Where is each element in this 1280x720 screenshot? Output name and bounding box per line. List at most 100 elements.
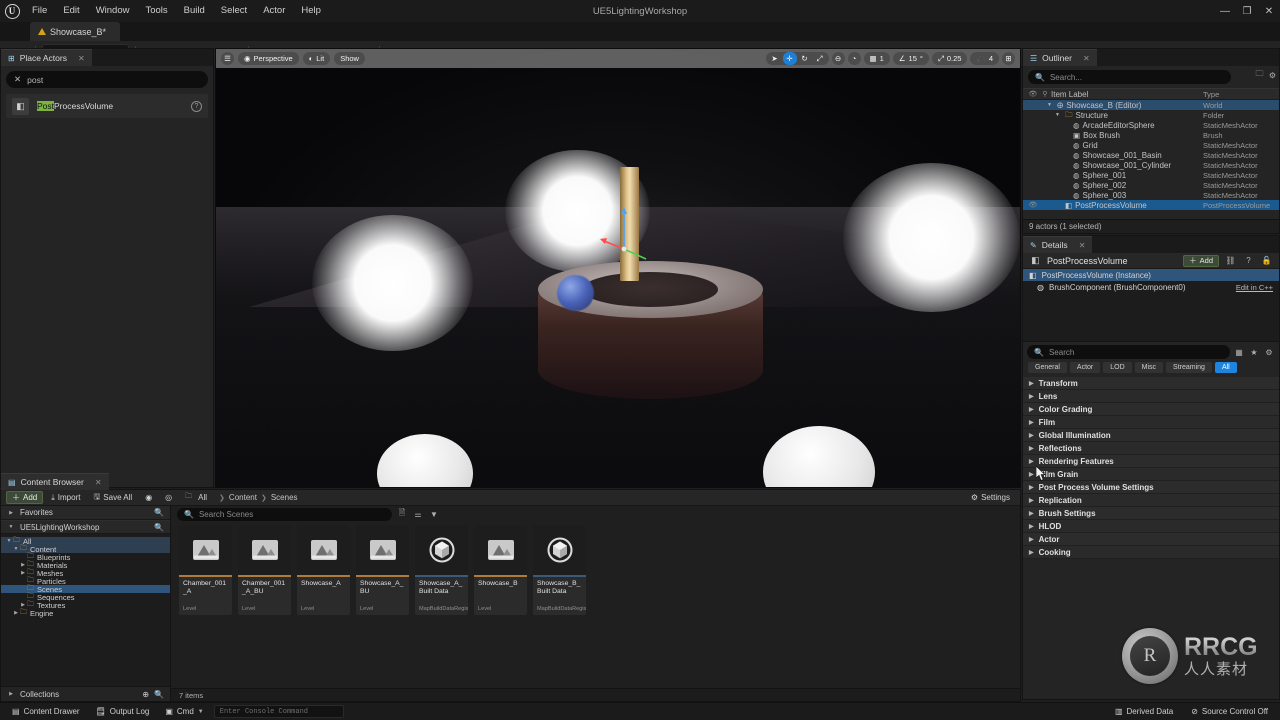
restore-button[interactable]: ❐ (1236, 0, 1258, 22)
search-icon[interactable]: 🔍 (154, 690, 164, 699)
asset-tile[interactable]: Showcase_A_Built DataMapBuildDataRegistr… (415, 525, 468, 615)
add-collection-icon[interactable]: ⊕ (142, 690, 149, 699)
chevron-right-icon[interactable]: ▶ (19, 570, 27, 576)
column-layout-icon[interactable]: ▦ (1233, 346, 1245, 359)
close-icon[interactable]: ✕ (1083, 54, 1090, 63)
select-tool-icon[interactable]: ➤ (768, 52, 782, 65)
outliner-row[interactable]: ▼🗀StructureFolder (1023, 110, 1279, 120)
asset-tile[interactable]: Chamber_001_A_BULevel (238, 525, 291, 615)
search-icon[interactable]: 🔍 (154, 508, 164, 517)
close-icon[interactable]: ✕ (1079, 241, 1086, 250)
add-component-button[interactable]: ＋ Add (1183, 255, 1219, 267)
details-filter-streaming[interactable]: Streaming (1166, 362, 1212, 373)
unreal-logo[interactable]: U (0, 0, 24, 22)
asset-search-input[interactable]: 🔍 Search Scenes (177, 508, 392, 521)
help-icon[interactable]: ? (191, 101, 202, 112)
derived-data-button[interactable]: ▥ Derived Data (1109, 705, 1179, 719)
project-root-section[interactable]: ▼ UE5LightingWorkshop 🔍 (1, 520, 170, 534)
transform-gizmo[interactable] (598, 207, 658, 267)
outliner-new-folder-icon[interactable]: 🗀 (1253, 68, 1266, 82)
breadcrumb-item[interactable]: Scenes (271, 493, 298, 502)
cb-forward-button[interactable]: ◎ (160, 491, 177, 504)
outliner-settings-icon[interactable]: ⚙ (1266, 68, 1279, 82)
details-search-input[interactable]: 🔍 Search (1027, 345, 1230, 359)
menu-help[interactable]: Help (293, 0, 329, 22)
viewport-3d-scene[interactable] (216, 49, 1020, 487)
tab-place-actors[interactable]: ⊞ Place Actors ✕ (1, 49, 92, 66)
viewport-show-button[interactable]: Show (334, 52, 365, 65)
details-settings-icon[interactable]: ⚙ (1263, 346, 1275, 359)
tab-details[interactable]: ✎ Details ✕ (1023, 236, 1092, 253)
menu-file[interactable]: File (24, 0, 55, 22)
collections-section[interactable]: ▶ Collections ⊕ 🔍 (1, 686, 170, 701)
tab-outliner[interactable]: ☰ Outliner ✕ (1023, 49, 1097, 66)
menu-edit[interactable]: Edit (55, 0, 87, 22)
details-section-transform[interactable]: ▶Transform (1023, 377, 1279, 390)
details-filter-actor[interactable]: Actor (1070, 362, 1100, 373)
details-section-replication[interactable]: ▶Replication (1023, 494, 1279, 507)
details-filter-lod[interactable]: LOD (1103, 362, 1131, 373)
eye-icon[interactable]: 👁 (1027, 201, 1039, 209)
minimize-button[interactable]: — (1214, 0, 1236, 22)
asset-tile[interactable]: Showcase_B_Built DataMapBuildDataRegistr… (533, 525, 586, 615)
details-section-hlod[interactable]: ▶HLOD (1023, 520, 1279, 533)
details-section-post-process-volume-settings[interactable]: ▶Post Process Volume Settings (1023, 481, 1279, 494)
cb-settings-button[interactable]: ⚙ Settings (966, 491, 1015, 504)
grid-snap-control[interactable]: ▦ 1 (864, 52, 890, 65)
place-actors-search-input[interactable]: ✕ post (6, 71, 208, 88)
outliner-row[interactable]: ◍Sphere_001StaticMeshActor (1023, 170, 1279, 180)
close-icon[interactable]: ✕ (95, 478, 102, 487)
outliner-row[interactable]: ◍Sphere_002StaticMeshActor (1023, 180, 1279, 190)
cb-save-all-button[interactable]: 🖫 Save All (88, 491, 137, 504)
details-section-cooking[interactable]: ▶Cooking (1023, 546, 1279, 559)
outliner-row[interactable]: ◍GridStaticMeshActor (1023, 140, 1279, 150)
clear-icon[interactable]: ✕ (14, 74, 21, 85)
outliner-row[interactable]: 👁◧PostProcessVolumePostProcessVolume (1023, 200, 1279, 210)
component-row[interactable]: ◧PostProcessVolume (Instance) (1023, 269, 1279, 281)
asset-tile[interactable]: Showcase_BLevel (474, 525, 527, 615)
details-section-film-grain[interactable]: ▶Film Grain (1023, 468, 1279, 481)
output-log-button[interactable]: 🗒 Output Log (90, 705, 156, 719)
outliner-row[interactable]: ▣Box BrushBrush (1023, 130, 1279, 140)
asset-tile[interactable]: Showcase_A_BULevel (356, 525, 409, 615)
details-section-color-grading[interactable]: ▶Color Grading (1023, 403, 1279, 416)
chevron-right-icon[interactable]: ▶ (12, 610, 20, 616)
console-input[interactable]: Enter Console Command (214, 705, 344, 718)
details-section-actor[interactable]: ▶Actor (1023, 533, 1279, 546)
asset-tile[interactable]: Showcase_ALevel (297, 525, 350, 615)
chevron-down-icon[interactable]: ▼ (1055, 112, 1062, 118)
chevron-right-icon[interactable]: ▶ (19, 562, 27, 568)
details-section-film[interactable]: ▶Film (1023, 416, 1279, 429)
folder-tree-item-engine[interactable]: ▶🗀Engine (1, 609, 170, 617)
help-icon[interactable]: ? (1242, 255, 1255, 267)
outliner-search-input[interactable]: 🔍 Search... (1028, 70, 1231, 84)
outliner-row[interactable]: ◍Sphere_003StaticMeshActor (1023, 190, 1279, 200)
details-section-brush-settings[interactable]: ▶Brush Settings (1023, 507, 1279, 520)
viewport-perspective-button[interactable]: ◉ Perspective (238, 52, 299, 65)
menu-tools[interactable]: Tools (137, 0, 175, 22)
maximize-viewport-icon[interactable]: ⊞ (1002, 52, 1015, 65)
close-icon[interactable]: ✕ (78, 54, 85, 63)
asset-tile[interactable]: Chamber_001_ALevel (179, 525, 232, 615)
chevron-down-icon[interactable]: ▼ (1047, 102, 1054, 108)
chevron-down-icon[interactable]: ▼ (12, 546, 20, 552)
content-drawer-button[interactable]: ▤ Content Drawer (6, 705, 86, 719)
favorites-section[interactable]: ▶ Favorites 🔍 (1, 506, 170, 520)
cb-add-button[interactable]: ＋ Add (6, 491, 43, 504)
menu-window[interactable]: Window (88, 0, 138, 22)
type-column[interactable]: Type (1203, 90, 1275, 99)
viewport-menu-icon[interactable]: ☰ (221, 52, 234, 65)
cb-import-button[interactable]: ⤓ Import (46, 491, 85, 504)
camera-speed-control[interactable]: 🎥 4 (970, 52, 999, 65)
chevron-down-icon[interactable]: ▼ (5, 538, 13, 544)
outliner-row[interactable]: ◍Showcase_001_BasinStaticMeshActor (1023, 150, 1279, 160)
menu-actor[interactable]: Actor (255, 0, 293, 22)
menu-build[interactable]: Build (176, 0, 213, 22)
scale-snap-control[interactable]: ⤢ 0.25 (932, 52, 968, 65)
tab-showcase-b[interactable]: Showcase_B* (30, 22, 120, 41)
angle-snap-control[interactable]: ∠ 15° (893, 52, 929, 65)
rotate-tool-icon[interactable]: ↻ (798, 52, 812, 65)
favorites-star-icon[interactable]: ★ (1248, 346, 1260, 359)
world-coords-icon[interactable]: ⊖ (832, 52, 845, 65)
cmd-dropdown[interactable]: ▣ Cmd ▼ (159, 705, 209, 719)
